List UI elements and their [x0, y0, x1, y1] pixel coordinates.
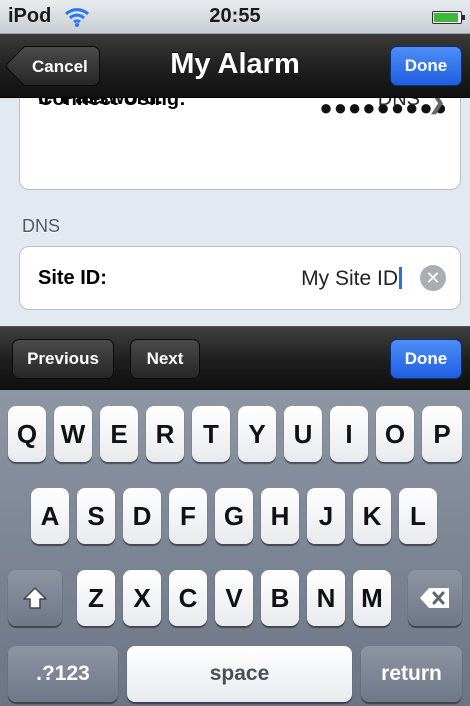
key-x[interactable]: X — [123, 570, 161, 626]
settings-form[interactable]: IP Password: ●●●●●●●●● Connect Using: DN… — [0, 98, 470, 326]
site-id-input[interactable]: My Site ID — [301, 267, 402, 291]
key-o[interactable]: O — [376, 406, 414, 462]
done-button[interactable]: Done — [390, 46, 462, 86]
key-j[interactable]: J — [307, 488, 345, 544]
key-b[interactable]: B — [261, 570, 299, 626]
return-key[interactable]: return — [361, 646, 462, 702]
navigation-bar: Cancel My Alarm Done — [0, 34, 470, 98]
key-z[interactable]: Z — [77, 570, 115, 626]
key-i[interactable]: I — [330, 406, 368, 462]
input-accessory-toolbar: Previous Next Done — [0, 326, 470, 390]
key-y[interactable]: Y — [238, 406, 276, 462]
key-q[interactable]: Q — [8, 406, 46, 462]
key-g[interactable]: G — [215, 488, 253, 544]
text-caret — [399, 267, 402, 289]
key-u[interactable]: U — [284, 406, 322, 462]
key-m[interactable]: M — [353, 570, 391, 626]
backspace-icon — [420, 588, 449, 609]
key-e[interactable]: E — [100, 406, 138, 462]
key-c[interactable]: C — [169, 570, 207, 626]
toolbar-done-button[interactable]: Done — [390, 339, 462, 379]
key-l[interactable]: L — [399, 488, 437, 544]
connection-group: IP Password: ●●●●●●●●● Connect Using: DN… — [19, 98, 461, 190]
numbers-key[interactable]: .?123 — [8, 646, 118, 702]
battery-icon — [432, 11, 465, 24]
site-id-label: Site ID: — [38, 267, 107, 289]
space-key[interactable]: space — [127, 646, 352, 702]
key-w[interactable]: W — [54, 406, 92, 462]
site-id-row[interactable]: Site ID: My Site ID ✕ — [20, 247, 460, 309]
chevron-right-icon: ❯ — [427, 98, 446, 114]
key-k[interactable]: K — [353, 488, 391, 544]
connect-using-row[interactable]: Connect Using: DNS ❯ — [20, 98, 460, 129]
key-r[interactable]: R — [146, 406, 184, 462]
key-v[interactable]: V — [215, 570, 253, 626]
key-a[interactable]: A — [31, 488, 69, 544]
connect-using-value: DNS — [377, 98, 420, 110]
key-h[interactable]: H — [261, 488, 299, 544]
next-button[interactable]: Next — [130, 339, 200, 379]
previous-button[interactable]: Previous — [12, 339, 114, 379]
keyboard: Q W E R T Y U I O P A S D F G H J K L Z … — [0, 390, 470, 706]
shift-key[interactable] — [8, 570, 62, 626]
key-n[interactable]: N — [307, 570, 345, 626]
status-bar: iPod 20:55 — [0, 0, 470, 34]
clear-icon[interactable]: ✕ — [420, 265, 446, 291]
site-id-value: My Site ID — [301, 267, 398, 290]
key-d[interactable]: D — [123, 488, 161, 544]
key-p[interactable]: P — [422, 406, 462, 462]
key-t[interactable]: T — [192, 406, 230, 462]
cancel-button-label: Cancel — [32, 57, 88, 76]
backspace-key[interactable] — [408, 570, 462, 626]
key-f[interactable]: F — [169, 488, 207, 544]
dns-group: Site ID: My Site ID ✕ — [19, 246, 461, 310]
key-s[interactable]: S — [77, 488, 115, 544]
shift-icon — [23, 587, 47, 610]
clock: 20:55 — [209, 5, 261, 27]
dns-section-header: DNS — [22, 216, 61, 236]
connect-using-label: Connect Using: — [38, 98, 186, 110]
